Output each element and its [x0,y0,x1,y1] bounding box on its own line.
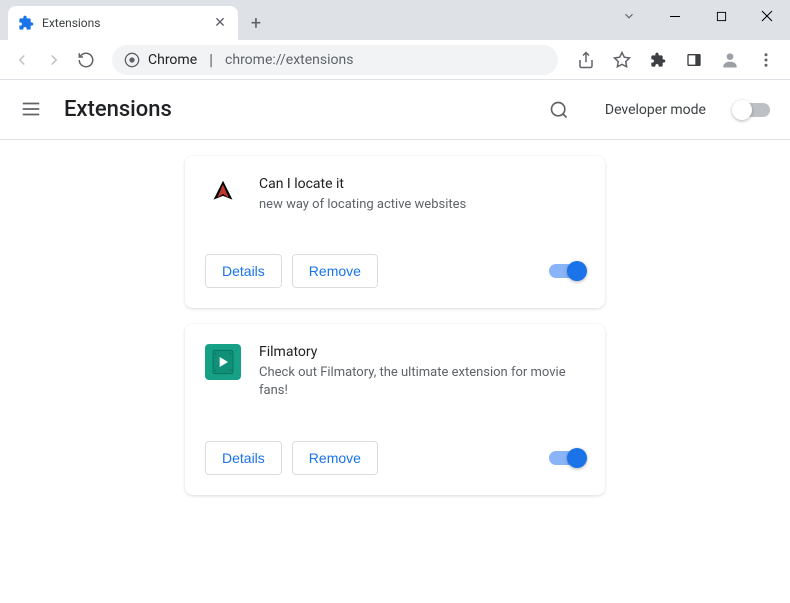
window-controls [606,0,790,32]
address-bar[interactable]: Chrome | chrome://extensions [112,45,558,75]
extension-name: Can I locate it [259,176,585,192]
side-panel-icon[interactable] [678,44,710,76]
extension-header: Filmatory Check out Filmatory, the ultim… [205,344,585,400]
kebab-menu-icon[interactable] [750,44,782,76]
hamburger-menu-icon[interactable] [20,98,44,122]
url-divider: | [209,50,213,69]
url-scheme: Chrome [148,52,197,68]
extension-actions: Details Remove [205,441,585,475]
minimize-button[interactable] [652,0,698,32]
extension-name: Filmatory [259,344,585,360]
profile-avatar-icon[interactable] [714,44,746,76]
remove-button[interactable]: Remove [292,254,378,288]
tab-search-icon[interactable] [606,0,652,32]
tab-title: Extensions [42,16,204,30]
enable-toggle[interactable] [549,264,585,278]
extension-card: Filmatory Check out Filmatory, the ultim… [185,324,605,494]
maximize-button[interactable] [698,0,744,32]
extensions-puzzle-icon[interactable] [642,44,674,76]
extension-info: Can I locate it new way of locating acti… [259,176,585,214]
search-icon[interactable] [549,100,569,120]
extension-icon [205,344,241,380]
details-button[interactable]: Details [205,254,282,288]
extension-description: new way of locating active websites [259,196,585,214]
forward-button[interactable] [40,46,68,74]
remove-button[interactable]: Remove [292,441,378,475]
enable-toggle[interactable] [549,451,585,465]
extensions-page-header: Extensions Developer mode [0,80,790,140]
page-title: Extensions [64,97,529,122]
browser-tab[interactable]: Extensions ✕ [8,6,238,40]
developer-mode-label: Developer mode [605,102,706,118]
extension-description: Check out Filmatory, the ultimate extens… [259,364,585,400]
bookmark-star-icon[interactable] [606,44,638,76]
reload-button[interactable] [72,46,100,74]
details-button[interactable]: Details [205,441,282,475]
extensions-list: Can I locate it new way of locating acti… [0,140,790,511]
new-tab-button[interactable]: + [242,9,270,37]
back-button[interactable] [8,46,36,74]
extension-icon [205,176,241,212]
extension-info: Filmatory Check out Filmatory, the ultim… [259,344,585,400]
extension-actions: Details Remove [205,254,585,288]
chrome-icon [124,52,140,68]
extension-puzzle-icon [18,15,34,31]
url-path: chrome://extensions [225,52,353,68]
developer-mode-toggle[interactable] [734,103,770,117]
extension-header: Can I locate it new way of locating acti… [205,176,585,214]
close-tab-icon[interactable]: ✕ [212,15,228,31]
extension-card: Can I locate it new way of locating acti… [185,156,605,308]
window-titlebar: Extensions ✕ + [0,0,790,40]
close-window-button[interactable] [744,0,790,32]
browser-toolbar: Chrome | chrome://extensions [0,40,790,80]
share-icon[interactable] [570,44,602,76]
